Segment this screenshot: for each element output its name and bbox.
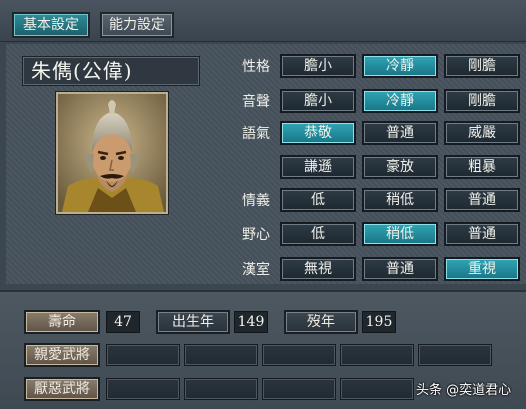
- trait-label-personality: 性格: [242, 59, 270, 75]
- trait-personality-option-3[interactable]: 剛膽: [444, 54, 520, 78]
- favored-officer-slot[interactable]: [340, 344, 414, 366]
- favored-officer-slot[interactable]: [184, 344, 258, 366]
- favored-officer-slot[interactable]: [106, 344, 180, 366]
- trait-voice-option-1[interactable]: 膽小: [280, 89, 356, 113]
- tab-ability-settings[interactable]: 能力設定: [100, 12, 174, 38]
- character-portrait: [56, 92, 168, 214]
- death-year-value: 195: [362, 311, 396, 333]
- trait-voice-option-3[interactable]: 剛膽: [444, 89, 520, 113]
- disliked-officer-slot[interactable]: [340, 378, 414, 400]
- disliked-officer-slot[interactable]: [262, 378, 336, 400]
- trait-ambition-option-1[interactable]: 低: [280, 222, 356, 246]
- trait-han-court-option-3[interactable]: 重視: [444, 257, 520, 281]
- lifespan-button[interactable]: 壽命: [24, 310, 100, 334]
- favored-officers-button[interactable]: 親愛武將: [24, 343, 100, 367]
- watermark-text: 头条 @奕道君心: [416, 383, 512, 398]
- trait-han-court-option-2[interactable]: 普通: [362, 257, 438, 281]
- trait-ambition-option-2[interactable]: 稍低: [362, 222, 438, 246]
- trait-personality-option-2[interactable]: 冷靜: [362, 54, 438, 78]
- tab-basic-settings[interactable]: 基本設定: [12, 12, 90, 38]
- trait-tone-extra-option-1[interactable]: 謙遜: [280, 155, 356, 179]
- lifespan-value: 47: [106, 311, 140, 333]
- trait-voice-option-2[interactable]: 冷靜: [362, 89, 438, 113]
- disliked-officers-button[interactable]: 厭惡武將: [24, 377, 100, 401]
- trait-tone-extra-option-2[interactable]: 豪放: [362, 155, 438, 179]
- trait-label-voice: 音聲: [242, 94, 270, 110]
- birth-year-value: 149: [234, 311, 268, 333]
- trait-label-loyalty: 情義: [242, 193, 270, 209]
- death-year-label: 歿年: [284, 310, 358, 334]
- trait-label-han-court: 漢室: [242, 262, 270, 278]
- trait-tone-extra-option-3[interactable]: 粗暴: [444, 155, 520, 179]
- trait-loyalty-option-2[interactable]: 稍低: [362, 188, 438, 212]
- character-name[interactable]: 朱儁(公偉): [22, 56, 200, 86]
- disliked-officer-slot[interactable]: [184, 378, 258, 400]
- trait-han-court-option-1[interactable]: 無視: [280, 257, 356, 281]
- birth-year-label: 出生年: [156, 310, 230, 334]
- favored-officer-slot[interactable]: [262, 344, 336, 366]
- disliked-officer-slot[interactable]: [106, 378, 180, 400]
- trait-label-tone: 語氣: [242, 126, 270, 142]
- trait-tone-option-3[interactable]: 威嚴: [444, 121, 520, 145]
- trait-personality-option-1[interactable]: 膽小: [280, 54, 356, 78]
- trait-label-ambition: 野心: [242, 227, 270, 243]
- trait-loyalty-option-1[interactable]: 低: [280, 188, 356, 212]
- trait-ambition-option-3[interactable]: 普通: [444, 222, 520, 246]
- trait-tone-option-1[interactable]: 恭敬: [280, 121, 356, 145]
- trait-tone-option-2[interactable]: 普通: [362, 121, 438, 145]
- trait-loyalty-option-3[interactable]: 普通: [444, 188, 520, 212]
- favored-officer-slot[interactable]: [418, 344, 492, 366]
